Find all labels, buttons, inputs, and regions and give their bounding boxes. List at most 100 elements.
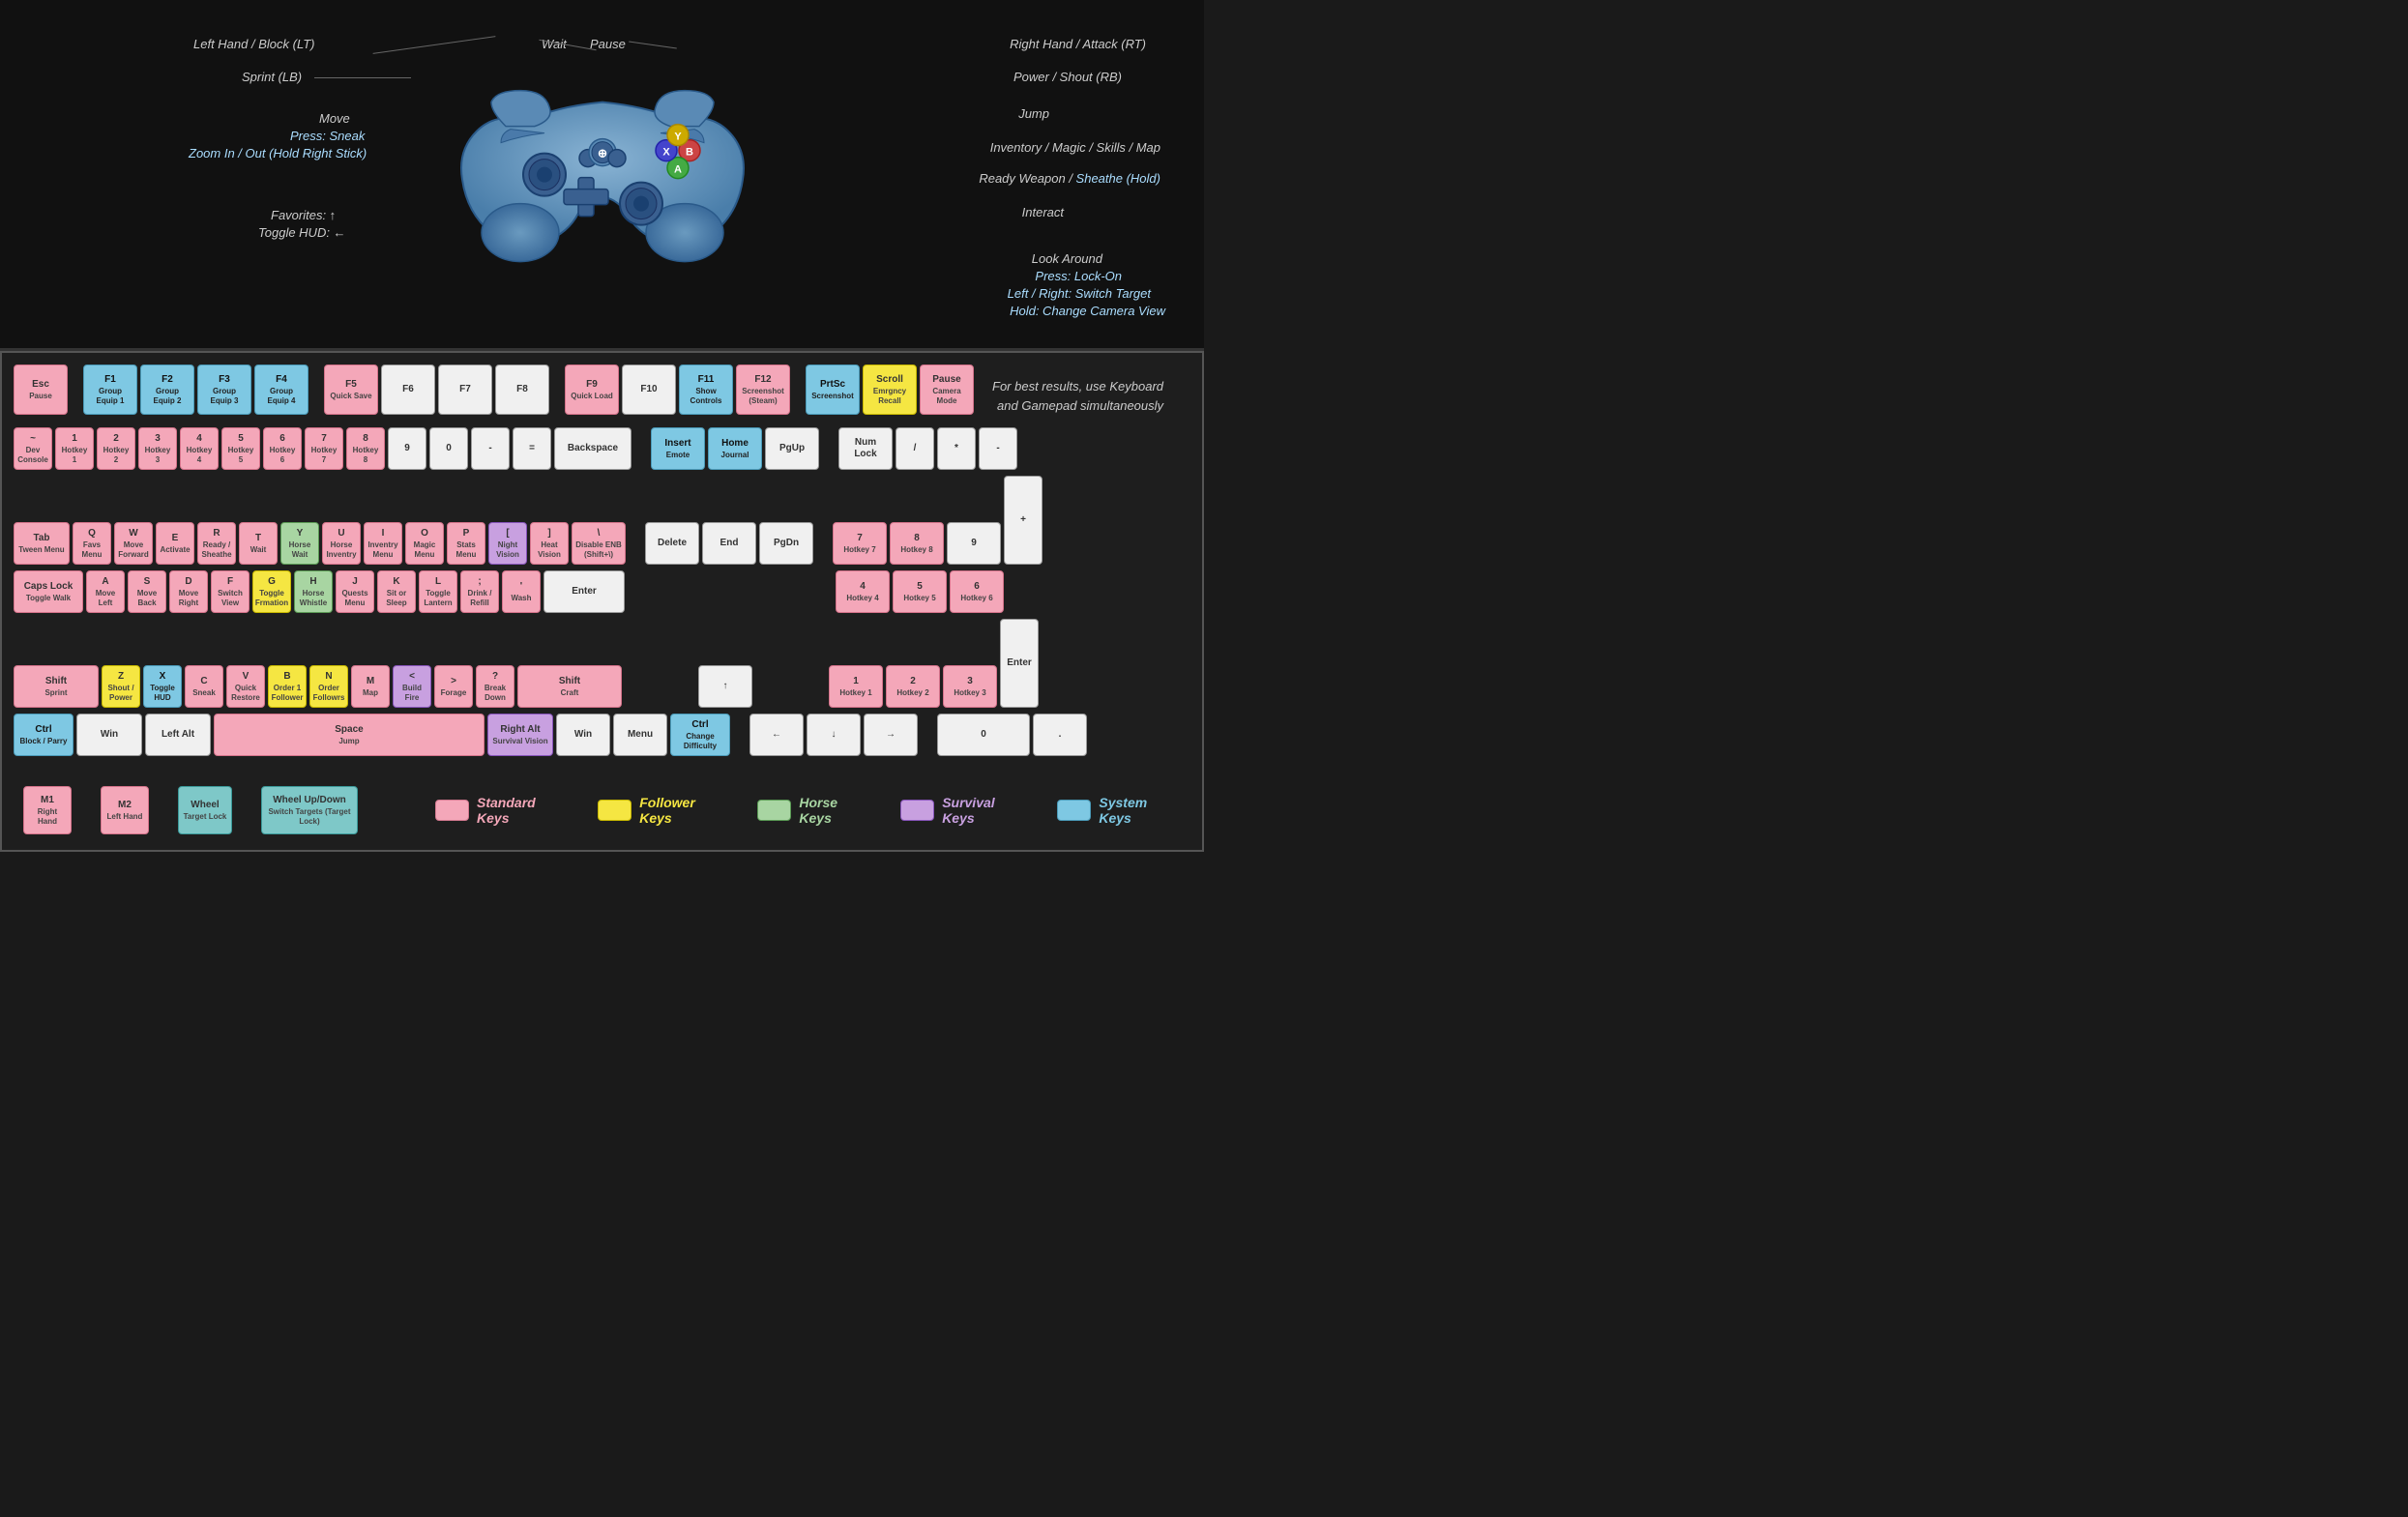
key-pause[interactable]: Pause Camera Mode [920, 365, 974, 415]
key-q[interactable]: Q Favs Menu [73, 522, 111, 565]
key-tab[interactable]: Tab Tween Menu [14, 522, 70, 565]
key-alt-r[interactable]: Right Alt Survival Vision [487, 714, 553, 756]
key-f7[interactable]: F7 [438, 365, 492, 415]
key-home[interactable]: Home Journal [708, 427, 762, 470]
key-prtsc[interactable]: PrtSc Screenshot [806, 365, 860, 415]
key-num-slash[interactable]: / [896, 427, 934, 470]
key-insert[interactable]: Insert Emote [651, 427, 705, 470]
key-down[interactable]: ↓ [807, 714, 861, 756]
key-4[interactable]: 4 Hotkey 4 [180, 427, 219, 470]
key-num5[interactable]: 5 Hotkey 5 [893, 570, 947, 613]
key-g[interactable]: G Toggle Frmation [252, 570, 291, 613]
key-7[interactable]: 7 Hotkey 7 [305, 427, 343, 470]
key-u[interactable]: U Horse Inventry [322, 522, 361, 565]
key-f11[interactable]: F11 Show Controls [679, 365, 733, 415]
key-num-plus[interactable]: + [1004, 476, 1042, 565]
key-l[interactable]: L Toggle Lantern [419, 570, 457, 613]
key-equals[interactable]: = [513, 427, 551, 470]
key-shift-l[interactable]: Shift Sprint [14, 665, 99, 708]
key-shift-r[interactable]: Shift Craft [517, 665, 622, 708]
key-d[interactable]: D Move Right [169, 570, 208, 613]
key-2[interactable]: 2 Hotkey 2 [97, 427, 135, 470]
key-t[interactable]: T Wait [239, 522, 278, 565]
key-num8[interactable]: 8 Hotkey 8 [890, 522, 944, 565]
key-scroll[interactable]: Scroll Emrgncy Recall [863, 365, 917, 415]
key-num2[interactable]: 2 Hotkey 2 [886, 665, 940, 708]
key-f5[interactable]: F5 Quick Save [324, 365, 378, 415]
key-minus[interactable]: - [471, 427, 510, 470]
key-v[interactable]: V Quick Restore [226, 665, 265, 708]
key-f3[interactable]: F3 Group Equip 3 [197, 365, 251, 415]
key-bracket-r[interactable]: ] Heat Vision [530, 522, 569, 565]
key-f8[interactable]: F8 [495, 365, 549, 415]
key-f12[interactable]: F12 Screenshot (Steam) [736, 365, 790, 415]
key-win-l[interactable]: Win [76, 714, 142, 756]
key-ctrl-r[interactable]: Ctrl Change Difficulty [670, 714, 730, 756]
key-f1[interactable]: F1 Group Equip 1 [83, 365, 137, 415]
key-right[interactable]: → [864, 714, 918, 756]
key-i[interactable]: I Inventry Menu [364, 522, 402, 565]
key-num7[interactable]: 7 Hotkey 7 [833, 522, 887, 565]
key-bracket-l[interactable]: [ Night Vision [488, 522, 527, 565]
key-y[interactable]: Y Horse Wait [280, 522, 319, 565]
key-delete[interactable]: Delete [645, 522, 699, 565]
key-f9[interactable]: F9 Quick Load [565, 365, 619, 415]
key-num3[interactable]: 3 Hotkey 3 [943, 665, 997, 708]
key-e[interactable]: E Activate [156, 522, 194, 565]
key-num-enter[interactable]: Enter [1000, 619, 1039, 708]
key-n[interactable]: N Order Followrs [309, 665, 348, 708]
key-end[interactable]: End [702, 522, 756, 565]
key-ctrl-l[interactable]: Ctrl Block / Parry [14, 714, 73, 756]
key-b[interactable]: B Order 1 Follower [268, 665, 307, 708]
key-quote[interactable]: ' Wash [502, 570, 541, 613]
key-f2[interactable]: F2 Group Equip 2 [140, 365, 194, 415]
key-backspace[interactable]: Backspace [554, 427, 631, 470]
key-f6[interactable]: F6 [381, 365, 435, 415]
key-num9[interactable]: 9 [947, 522, 1001, 565]
key-comma[interactable]: < Build Fire [393, 665, 431, 708]
key-5[interactable]: 5 Hotkey 5 [221, 427, 260, 470]
key-0[interactable]: 0 [429, 427, 468, 470]
key-menu[interactable]: Menu [613, 714, 667, 756]
key-num4[interactable]: 4 Hotkey 4 [836, 570, 890, 613]
key-period[interactable]: > Forage [434, 665, 473, 708]
key-w[interactable]: W Move Forward [114, 522, 153, 565]
key-f10[interactable]: F10 [622, 365, 676, 415]
key-semicolon[interactable]: ; Drink / Refill [460, 570, 499, 613]
legend-m2[interactable]: M2 Left Hand [101, 786, 149, 834]
key-enter[interactable]: Enter [543, 570, 625, 613]
key-pgdn[interactable]: PgDn [759, 522, 813, 565]
key-backslash[interactable]: \ Disable ENB (Shift+\) [572, 522, 626, 565]
key-x[interactable]: X Toggle HUD [143, 665, 182, 708]
key-z[interactable]: Z Shout / Power [102, 665, 140, 708]
key-8[interactable]: 8 Hotkey 8 [346, 427, 385, 470]
key-num6[interactable]: 6 Hotkey 6 [950, 570, 1004, 613]
key-c[interactable]: C Sneak [185, 665, 223, 708]
key-pgup[interactable]: PgUp [765, 427, 819, 470]
key-1[interactable]: 1 Hotkey 1 [55, 427, 94, 470]
key-p[interactable]: P Stats Menu [447, 522, 485, 565]
key-f[interactable]: F Switch View [211, 570, 250, 613]
key-k[interactable]: K Sit or Sleep [377, 570, 416, 613]
legend-m1[interactable]: M1 Right Hand [23, 786, 72, 834]
key-num-minus[interactable]: - [979, 427, 1017, 470]
key-6[interactable]: 6 Hotkey 6 [263, 427, 302, 470]
legend-wheel-updown[interactable]: Wheel Up/Down Switch Targets (Target Loc… [261, 786, 358, 834]
key-m[interactable]: M Map [351, 665, 390, 708]
key-slash[interactable]: ? Break Down [476, 665, 514, 708]
key-space[interactable]: Space Jump [214, 714, 485, 756]
key-f4[interactable]: F4 Group Equip 4 [254, 365, 308, 415]
key-r[interactable]: R Ready / Sheathe [197, 522, 236, 565]
key-esc[interactable]: Esc Pause [14, 365, 68, 415]
key-3[interactable]: 3 Hotkey 3 [138, 427, 177, 470]
key-capslock[interactable]: Caps Lock Toggle Walk [14, 570, 83, 613]
key-a[interactable]: A Move Left [86, 570, 125, 613]
key-numlock[interactable]: Num Lock [838, 427, 893, 470]
key-backtick[interactable]: ~ Dev Console [14, 427, 52, 470]
key-left[interactable]: ← [749, 714, 804, 756]
legend-wheel[interactable]: Wheel Target Lock [178, 786, 232, 834]
key-j[interactable]: J Quests Menu [336, 570, 374, 613]
key-win-r[interactable]: Win [556, 714, 610, 756]
key-num-star[interactable]: * [937, 427, 976, 470]
key-s[interactable]: S Move Back [128, 570, 166, 613]
